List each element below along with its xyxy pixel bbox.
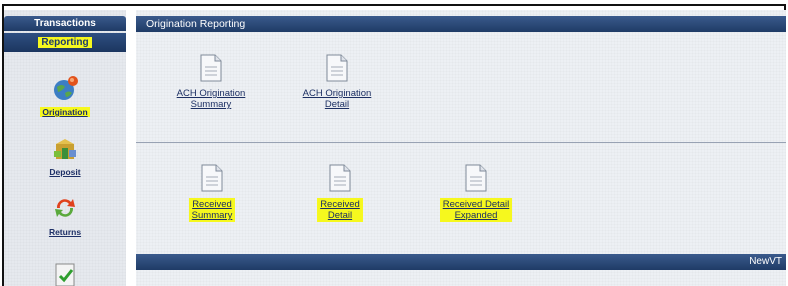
- document-icon: [200, 54, 222, 82]
- panel-footer: NewVT: [136, 254, 786, 270]
- panel-header: Origination Reporting: [136, 16, 786, 32]
- report-label: Received Summary: [188, 198, 236, 222]
- tab-reporting-label: Reporting: [38, 37, 92, 48]
- tab-transactions-label: Transactions: [34, 18, 96, 29]
- sidebar-item-origination-label: Origination: [40, 107, 90, 117]
- deposit-box-icon: [54, 139, 76, 159]
- sidebar-item-returns[interactable]: Returns: [4, 194, 126, 240]
- sidebar-item-deposit[interactable]: Deposit: [4, 136, 126, 180]
- report-ach-origination-detail[interactable]: ACH Origination Detail: [288, 54, 386, 112]
- sidebar-item-returns-label: Returns: [48, 227, 82, 237]
- footer-text: NewVT: [749, 256, 782, 267]
- sidebar-item-deposit-label: Deposit: [49, 167, 81, 177]
- tab-reporting[interactable]: Reporting: [4, 33, 126, 52]
- report-received-detail-expanded[interactable]: Received Detail Expanded: [420, 164, 532, 223]
- report-label: ACH Origination Detail: [302, 88, 372, 110]
- main-panel: Origination Reporting ACH Origination Su…: [136, 10, 786, 286]
- report-label: Received Detail: [317, 198, 363, 222]
- report-label: ACH Origination Summary: [176, 88, 246, 110]
- document-icon: [201, 164, 223, 192]
- panel-texture: [136, 10, 786, 286]
- page-title: Origination Reporting: [146, 18, 246, 30]
- return-arrows-icon: [55, 199, 75, 217]
- document-icon: [329, 164, 351, 192]
- report-ach-origination-summary[interactable]: ACH Origination Summary: [162, 54, 260, 112]
- sidebar-item-next[interactable]: [4, 262, 126, 286]
- report-received-summary[interactable]: Received Summary: [176, 164, 248, 223]
- document-icon: [465, 164, 487, 192]
- report-received-detail[interactable]: Received Detail: [304, 164, 376, 223]
- section-divider: [136, 142, 786, 143]
- sidebar-item-origination[interactable]: Origination: [4, 74, 126, 120]
- document-icon: [326, 54, 348, 82]
- globe-icon: [54, 76, 78, 100]
- tab-transactions[interactable]: Transactions: [4, 16, 126, 31]
- sidebar: Transactions Reporting Origination Depos…: [4, 10, 126, 286]
- report-label: Received Detail Expanded: [439, 198, 513, 222]
- checklist-icon: [55, 263, 75, 286]
